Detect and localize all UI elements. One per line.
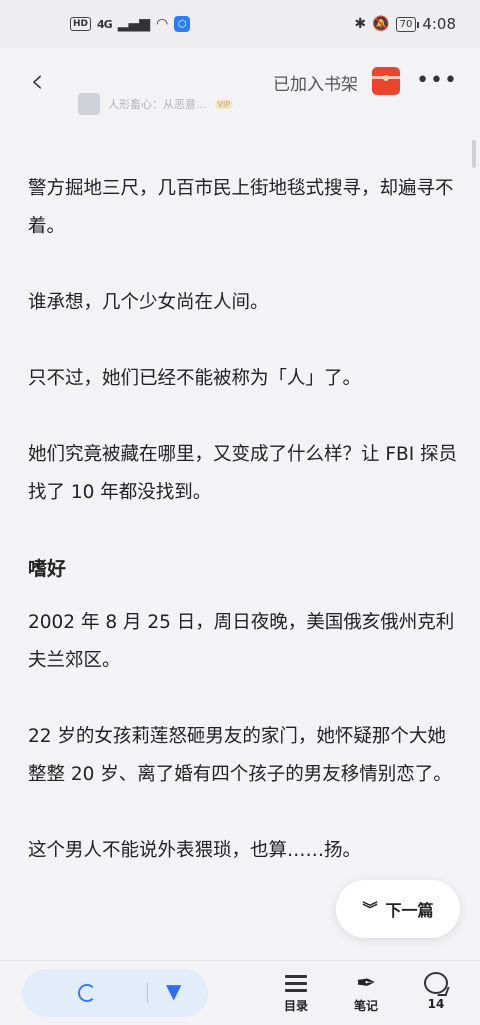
feather-pen-icon: ✒ xyxy=(355,969,377,997)
clock: 4:08 xyxy=(422,15,456,33)
status-left: HD 4G ▂▄▆ ◠ ⬡ xyxy=(70,16,191,32)
more-dots-icon[interactable]: ••• xyxy=(416,68,458,93)
next-article-button[interactable]: ︾ 下一篇 xyxy=(336,880,460,938)
book-cover-thumbnail xyxy=(78,93,100,115)
paragraph: 2002 年 8 月 25 日，周日夜晚，美国俄亥俄州克利夫兰郊区。 xyxy=(28,612,455,671)
article-body: 警方掘地三尺，几百市民上街地毯式搜寻，却遍寻不着。 谁承想，几个少女尚在人间。 … xyxy=(28,170,458,908)
notes-button[interactable]: ✒ 笔记 xyxy=(336,969,396,1021)
pill-divider xyxy=(147,983,148,1003)
vip-badge: VIP xyxy=(214,99,234,109)
double-chevron-down-icon: ︾ xyxy=(362,900,378,918)
status-right: ✱ 🔕 70 4:08 xyxy=(354,15,456,33)
paragraph: 22 岁的女孩莉莲怒砸男友的家门，她怀疑那个大她整整 20 岁、离了婚有四个孩子… xyxy=(28,726,452,785)
signal-icon: 4G xyxy=(97,17,113,31)
back-button[interactable]: ‹ xyxy=(22,61,52,101)
paragraph: 只不过，她们已经不能被称为「人」了。 xyxy=(28,368,362,389)
toc-button[interactable]: 目录 xyxy=(266,969,326,1021)
section-heading: 嗜好 xyxy=(28,558,67,580)
comment-count: 14 xyxy=(427,997,445,1011)
triangle-down-icon[interactable]: ▼ xyxy=(166,979,181,1003)
list-icon xyxy=(285,974,307,992)
battery-icon: 70 xyxy=(395,16,420,32)
added-to-bookshelf-label[interactable]: 已加入书架 xyxy=(273,70,358,95)
chevron-left-icon: ‹ xyxy=(30,61,44,101)
collapsed-title-card: 人形畜心：从恶意... VIP xyxy=(78,93,234,115)
scrollbar[interactable] xyxy=(472,140,476,168)
paragraph: 她们究竟被藏在哪里，又变成了什么样？让 FBI 探员找了 10 年都没找到。 xyxy=(28,444,458,503)
collapsed-title: 人形畜心：从恶意... xyxy=(108,98,207,111)
notes-label: 笔记 xyxy=(353,999,378,1013)
wifi-icon: ◠ xyxy=(156,16,169,32)
paragraph: 这个男人不能说外表猥琐，也算……扬。 xyxy=(28,840,362,861)
hd-badge: HD xyxy=(70,17,92,31)
comment-icon xyxy=(424,972,448,994)
loading-icon xyxy=(78,984,96,1002)
comments-button[interactable]: 14 xyxy=(406,969,466,1021)
status-bar: HD 4G ▂▄▆ ◠ ⬡ ✱ 🔕 70 4:08 xyxy=(0,0,480,48)
next-article-label: 下一篇 xyxy=(385,901,434,920)
reader-top-bar: ‹ 人形畜心：从恶意... VIP 已加入书架 ••• xyxy=(0,48,480,120)
paragraph: 谁承想，几个少女尚在人间。 xyxy=(28,292,269,313)
toc-label: 目录 xyxy=(283,999,308,1013)
red-envelope-icon[interactable] xyxy=(372,67,400,95)
vpn-icon: ⬡ xyxy=(174,16,191,32)
audio-player-pill[interactable]: ▼ xyxy=(22,969,208,1017)
paragraph: 警方掘地三尺，几百市民上街地毯式搜寻，却遍寻不着。 xyxy=(28,178,454,237)
reader-bottom-bar: ▼ 目录 ✒ 笔记 14 xyxy=(0,960,480,1025)
signal-bars-icon: ▂▄▆ xyxy=(117,16,151,32)
mute-icon: 🔕 xyxy=(372,16,390,32)
bluetooth-icon: ✱ xyxy=(354,16,367,32)
